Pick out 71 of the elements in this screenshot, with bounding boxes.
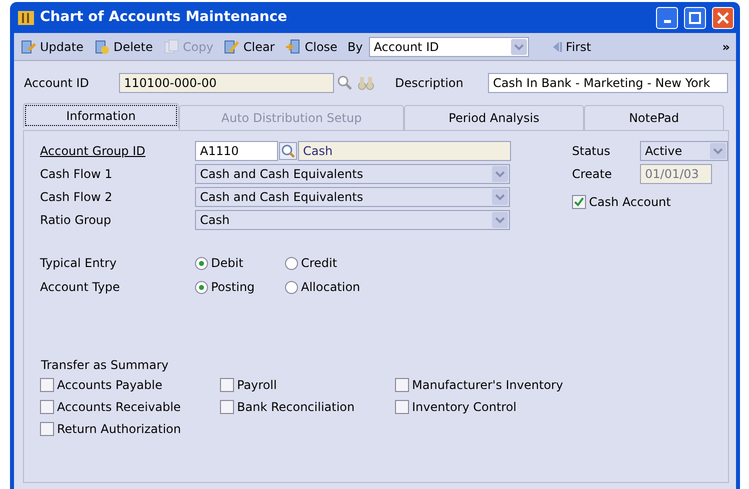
field-label: Account ID xyxy=(24,75,90,92)
field-label: Description xyxy=(395,75,464,92)
tab[interactable]: NotePad xyxy=(584,105,724,130)
field-label: By xyxy=(347,38,363,56)
checkbox[interactable] xyxy=(40,378,54,392)
radio-label: Allocation xyxy=(301,279,360,296)
window-title: Chart of Accounts Maintenance xyxy=(40,8,288,27)
toolbar-button[interactable]: Update xyxy=(20,38,84,56)
minimize-icon xyxy=(664,20,670,23)
toolbar-button[interactable]: Close xyxy=(284,38,338,56)
toolbar-button[interactable]: Clear xyxy=(223,38,275,56)
checkbox-label: Manufacturer's Inventory xyxy=(412,377,564,394)
tab[interactable]: Period Analysis xyxy=(404,105,584,130)
first-record-icon xyxy=(550,40,563,54)
documents-icon xyxy=(162,38,180,55)
document-pencil-icon xyxy=(223,38,240,55)
dropdown[interactable]: Cash and Cash Equivalents xyxy=(195,187,510,207)
tab[interactable]: Information xyxy=(23,103,179,128)
field-label: Status xyxy=(572,143,612,160)
account-id-field[interactable]: 110100-000-00 xyxy=(119,73,334,93)
field-label: Account Type xyxy=(40,279,121,296)
checkbox[interactable] xyxy=(40,400,54,414)
radio-label: Credit xyxy=(301,255,338,272)
dropdown[interactable]: Cash and Cash Equivalents xyxy=(195,164,510,184)
toolbar-button[interactable]: Delete xyxy=(93,38,153,56)
account-group-field[interactable]: A1110 xyxy=(195,141,278,161)
checkbox-label: Return Authorization xyxy=(57,421,182,438)
radio-button[interactable] xyxy=(195,280,208,294)
search-icon[interactable] xyxy=(337,75,353,91)
link[interactable]: Account Group ID xyxy=(40,142,195,160)
checkbox-label: Inventory Control xyxy=(412,399,517,416)
binoculars-icon[interactable] xyxy=(358,75,374,91)
field-label: Create xyxy=(572,166,613,183)
checkbox[interactable] xyxy=(40,422,54,436)
search-icon[interactable] xyxy=(279,142,297,160)
radio-button[interactable] xyxy=(285,256,298,270)
field-label: Cash Flow 1 xyxy=(40,166,114,183)
radio-label: Posting xyxy=(211,279,255,296)
checkbox[interactable] xyxy=(220,378,234,392)
document-icon xyxy=(93,38,110,55)
checkbox-label: Bank Reconciliation xyxy=(237,399,355,416)
app-icon xyxy=(18,10,34,24)
field-label: Cash Flow 2 xyxy=(40,189,114,206)
minimize-button[interactable] xyxy=(656,6,678,28)
maximize-button[interactable] xyxy=(684,6,706,28)
checkbox[interactable] xyxy=(395,400,409,414)
first-button[interactable]: First xyxy=(550,38,592,56)
checkbox-label: Accounts Receivable xyxy=(57,399,181,416)
dropdown[interactable]: Cash xyxy=(195,210,510,230)
checkbox[interactable] xyxy=(395,378,409,392)
close-icon xyxy=(717,12,729,24)
field-label: Typical Entry xyxy=(40,255,118,272)
status-dropdown[interactable]: Active xyxy=(640,141,728,161)
field-label: Ratio Group xyxy=(40,212,112,229)
sort-dropdown[interactable]: Account ID xyxy=(368,36,529,56)
checkbox-label: Cash Account xyxy=(589,194,671,211)
description-field[interactable]: Cash In Bank - Marketing - New York xyxy=(488,73,728,93)
document-pencil-icon xyxy=(20,38,37,55)
account-group-name-field: Cash xyxy=(298,141,511,161)
more-button[interactable]: » xyxy=(722,38,730,56)
radio-button[interactable] xyxy=(195,256,208,270)
checkbox[interactable] xyxy=(220,400,234,414)
door-arrow-icon xyxy=(284,38,302,55)
maximize-icon xyxy=(689,12,701,24)
radio-label: Debit xyxy=(211,255,244,272)
radio-button[interactable] xyxy=(285,280,298,294)
section-label: Transfer as Summary xyxy=(41,357,170,374)
checkbox-label: Accounts Payable xyxy=(57,377,162,394)
checkbox-label: Payroll xyxy=(237,377,277,394)
checkbox[interactable] xyxy=(572,195,586,209)
close-button[interactable] xyxy=(712,6,734,28)
